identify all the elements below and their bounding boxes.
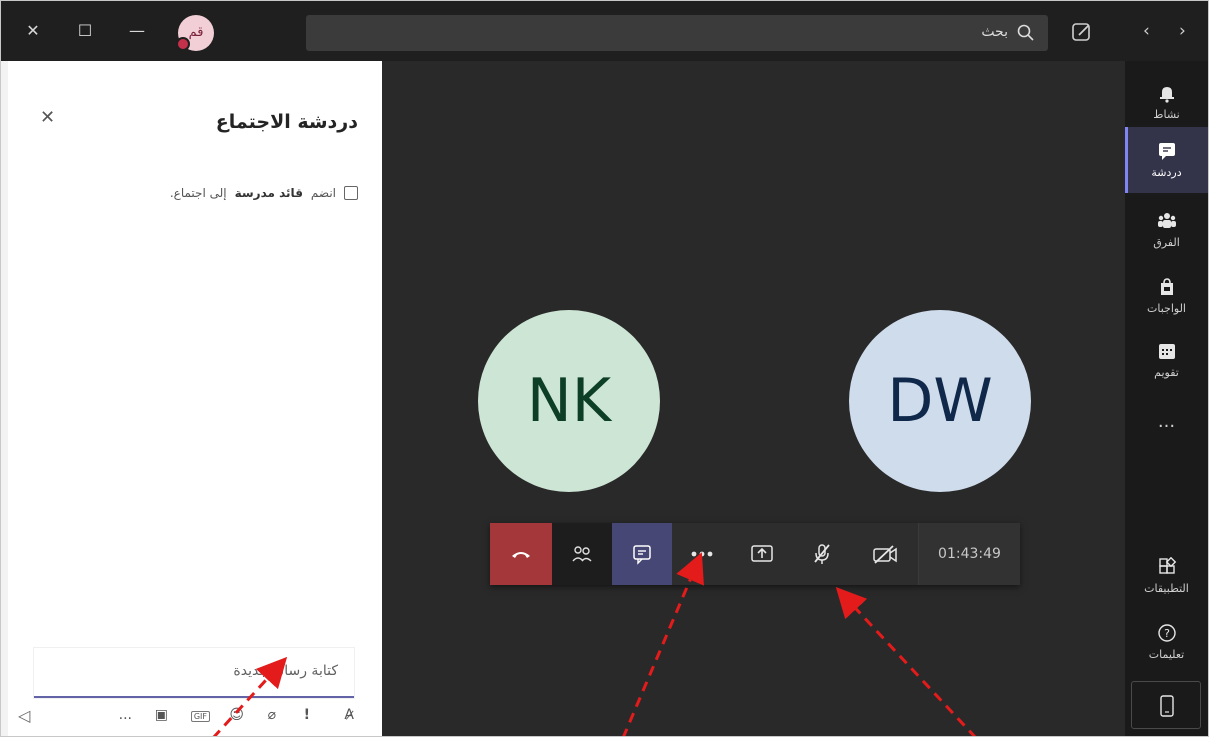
camera-off-icon: [873, 545, 897, 564]
rail-item-chat[interactable]: دردشة: [1125, 127, 1208, 193]
share-screen-button[interactable]: [732, 523, 792, 585]
attach-icon[interactable]: ⌀: [268, 707, 276, 723]
sticker-icon[interactable]: ▣: [155, 707, 168, 723]
rail-label: الفرق: [1153, 236, 1180, 249]
hang-up-icon: [512, 552, 530, 558]
rail-label: دردشة: [1151, 166, 1182, 179]
show-chat-button[interactable]: [612, 523, 672, 585]
camera-button[interactable]: [852, 523, 918, 585]
people-icon: [572, 546, 592, 562]
compose-toolbar: A̷ ! ⌀ ☺ GIF ▣ ...: [34, 705, 354, 731]
teams-icon: [1157, 213, 1176, 228]
more-apps-icon[interactable]: ...: [1125, 411, 1208, 432]
apps-icon: [1158, 556, 1176, 574]
teams-window: ✕ ☐ — قم بحث ‹ › دردشة الاجتماع ✕ انضم ق…: [0, 0, 1209, 737]
send-icon[interactable]: ◁: [18, 706, 30, 725]
bell-icon: [1159, 87, 1174, 103]
rail-item-teams[interactable]: الفرق: [1125, 197, 1208, 263]
format-icon[interactable]: A̷: [344, 707, 354, 723]
calendar-join-icon: [344, 186, 358, 200]
help-icon: ?: [1157, 624, 1176, 642]
join-prefix: انضم: [310, 186, 336, 200]
more-actions-button[interactable]: [672, 523, 732, 585]
rail-item-activity[interactable]: نشاط: [1125, 69, 1208, 135]
participant-avatar: DW: [849, 310, 1031, 492]
presence-status-icon: [176, 37, 190, 51]
meeting-stage: NK DW 01:43:49: [382, 61, 1125, 736]
meeting-chat-panel: دردشة الاجتماع ✕ انضم قائد مدرسة إلى اجت…: [8, 61, 382, 736]
maximize-icon[interactable]: ☐: [73, 19, 97, 43]
assignments-icon: [1160, 278, 1173, 295]
phone-icon: [1160, 695, 1174, 717]
share-icon: [751, 545, 773, 562]
mic-off-icon: [814, 544, 830, 564]
rail-item-calendar[interactable]: تقويم: [1125, 327, 1208, 393]
forward-icon[interactable]: ›: [1179, 21, 1186, 41]
rail-item-help[interactable]: ? تعليمات: [1125, 609, 1208, 675]
chat-panel-edge: [1, 61, 8, 736]
calendar-icon: [1158, 344, 1175, 359]
close-icon[interactable]: ✕: [40, 107, 55, 128]
join-message: انضم قائد مدرسة إلى اجتماع.: [170, 186, 358, 200]
rail-label: الواجبات: [1147, 302, 1186, 315]
rail-label: التطبيقات: [1144, 582, 1189, 595]
more-icon: [691, 551, 713, 557]
app-rail: نشاط دردشة الفرق الواجبات تقويم ... التط…: [1125, 61, 1208, 736]
mute-button[interactable]: [792, 523, 852, 585]
rail-item-apps[interactable]: التطبيقات: [1125, 543, 1208, 609]
participants-button[interactable]: [552, 523, 612, 585]
participant-initials: DW: [887, 366, 993, 436]
search-icon: [1017, 24, 1034, 41]
close-window-icon[interactable]: ✕: [21, 19, 45, 43]
priority-icon[interactable]: !: [304, 707, 310, 723]
search-placeholder: بحث: [981, 24, 1008, 40]
title-bar: ✕ ☐ — قم بحث ‹ ›: [1, 1, 1208, 61]
rail-label: نشاط: [1153, 108, 1180, 121]
gif-icon[interactable]: GIF: [190, 711, 210, 722]
message-input[interactable]: كتابة رسالة جديدة: [34, 648, 354, 698]
chat-icon: [1158, 143, 1175, 160]
user-avatar-initials: قم: [188, 25, 204, 40]
chat-panel-title: دردشة الاجتماع: [215, 111, 358, 133]
minimize-icon[interactable]: —: [125, 19, 149, 43]
device-button[interactable]: [1131, 681, 1201, 729]
join-name: قائد مدرسة: [234, 186, 303, 200]
rail-item-assignments[interactable]: الواجبات: [1125, 263, 1208, 329]
search-input[interactable]: بحث: [306, 15, 1048, 51]
rail-label: تقويم: [1154, 366, 1179, 379]
new-chat-icon[interactable]: [1069, 19, 1095, 45]
emoji-icon[interactable]: ☺: [229, 707, 244, 723]
hang-up-button[interactable]: [490, 523, 552, 585]
join-suffix: إلى اجتماع.: [169, 186, 227, 200]
call-controls-bar: 01:43:49: [490, 523, 1020, 585]
participant-avatar: NK: [478, 310, 660, 492]
chat-icon: [633, 545, 651, 565]
message-placeholder: كتابة رسالة جديدة: [233, 663, 338, 679]
rail-label: تعليمات: [1148, 648, 1185, 661]
call-timer: 01:43:49: [918, 523, 1020, 585]
more-options-icon[interactable]: ...: [119, 707, 132, 723]
participant-initials: NK: [526, 366, 612, 436]
svg-text:?: ?: [1164, 627, 1170, 640]
back-icon[interactable]: ‹: [1143, 21, 1150, 41]
